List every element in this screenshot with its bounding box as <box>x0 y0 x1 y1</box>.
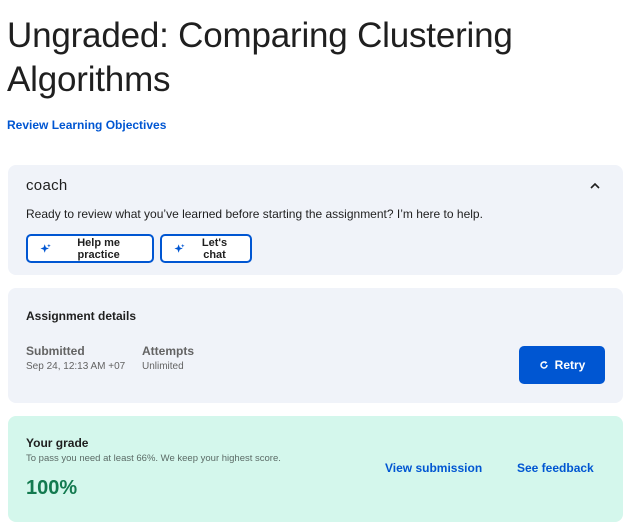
coach-logo: coach <box>26 177 68 194</box>
lets-chat-label: Let's chat <box>201 236 228 261</box>
help-me-practice-label: Help me practice <box>77 236 121 261</box>
grade-panel: Your grade To pass you need at least 66%… <box>8 416 623 522</box>
retry-button[interactable]: Retry <box>519 346 605 384</box>
coach-panel: coach Ready to review what you’ve learne… <box>8 165 623 275</box>
coach-message: Ready to review what you’ve learned befo… <box>26 207 483 221</box>
lets-chat-button[interactable]: Let's chat <box>160 234 252 263</box>
see-feedback-link[interactable]: See feedback <box>517 461 594 475</box>
assignment-details-panel: Assignment details Submitted Sep 24, 12:… <box>8 288 623 403</box>
retry-label: Retry <box>554 358 586 372</box>
help-me-practice-button[interactable]: Help me practice <box>26 234 154 263</box>
refresh-icon <box>539 361 548 369</box>
page-title: Ungraded: Comparing Clustering Algorithm… <box>7 16 513 99</box>
attempts-value: Unlimited <box>142 361 184 372</box>
sparkle-icon <box>40 243 51 253</box>
view-submission-link[interactable]: View submission <box>385 461 482 475</box>
grade-requirement: To pass you need at least 66%. We keep y… <box>26 453 281 464</box>
review-objectives-link[interactable]: Review Learning Objectives <box>7 118 166 132</box>
collapse-coach-button[interactable] <box>585 175 605 195</box>
attempts-label: Attempts <box>142 344 195 358</box>
sparkle-icon <box>174 243 185 253</box>
grade-score: 100% <box>26 477 78 499</box>
submitted-label: Submitted <box>26 344 85 358</box>
submitted-value: Sep 24, 12:13 AM +07 <box>26 361 126 372</box>
chevron-up-icon <box>590 182 600 189</box>
assignment-details-title: Assignment details <box>26 309 137 323</box>
grade-title: Your grade <box>26 436 89 450</box>
